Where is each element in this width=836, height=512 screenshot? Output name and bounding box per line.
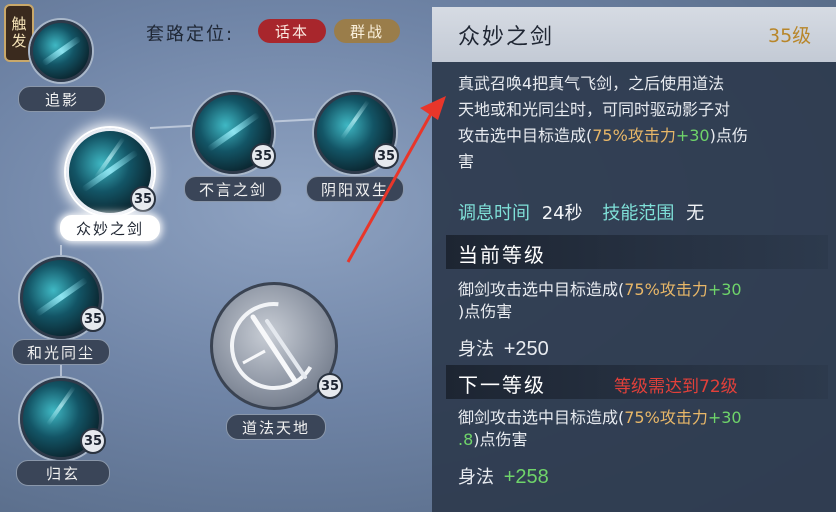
desc-pct: 75%攻击力: [592, 126, 676, 145]
skill-title: 众妙之剑: [458, 25, 555, 50]
skill-art-icon: [340, 99, 370, 140]
desc-text: 御剑攻击选中目标造成(: [458, 280, 625, 299]
cooldown-value: 24秒: [541, 203, 583, 224]
next-level-desc: 御剑攻击选中目标造成(75%攻击力+30 .8)点伤害: [458, 407, 828, 451]
desc-pct: 75%攻击力: [624, 408, 708, 427]
skill-label-zhuiying: 追影: [18, 86, 106, 112]
skill-level-badge: 35: [250, 143, 276, 169]
skill-level-text: 35级: [768, 25, 812, 47]
skill-label-guixuan: 归玄: [16, 460, 110, 486]
skill-level-badge: 35: [317, 373, 343, 399]
stat-value: +258: [503, 466, 549, 488]
desc-line: 天地或和光同尘时，可同时驱动影子对: [458, 100, 731, 119]
range-label: 技能范围: [602, 203, 675, 224]
current-level-header: 当前等级: [446, 235, 828, 269]
skill-level-badge: 35: [130, 186, 156, 212]
skill-art-icon: [206, 112, 260, 153]
next-level-title: 下一等级: [458, 373, 546, 397]
desc-line: 御剑攻击选中目标造成(75%攻击力+30: [458, 279, 828, 301]
skill-label-heguang: 和光同尘: [12, 339, 110, 365]
current-stat: 身法 +250: [458, 335, 549, 361]
desc-text: )点伤害: [473, 430, 528, 449]
skill-detail-panel: 众妙之剑 35级 真武召唤4把真气飞剑，之后使用道法 天地或和光同尘时，可同时驱…: [432, 7, 836, 512]
desc-line: )点伤害: [458, 302, 513, 321]
skill-art-icon: [46, 385, 76, 426]
skill-art-icon: [34, 277, 88, 318]
desc-line: .8)点伤害: [458, 429, 828, 451]
skill-level-badge: 35: [80, 306, 106, 332]
desc-plus: +30: [707, 408, 742, 427]
skill-art-icon: [40, 35, 82, 67]
skill-label-yinyang: 阴阳双生: [306, 176, 404, 202]
desc-plus: +30: [707, 280, 742, 299]
desc-plus: +30: [675, 126, 710, 145]
desc-pct: 75%攻击力: [624, 280, 708, 299]
desc-text: )点伤: [709, 126, 748, 145]
desc-text: 御剑攻击选中目标造成(: [458, 408, 625, 427]
range-value: 无: [686, 203, 705, 224]
panel-header: 众妙之剑 35级: [432, 7, 836, 62]
skill-description: 真武召唤4把真气飞剑，之后使用道法 天地或和光同尘时，可同时驱动影子对 攻击选中…: [458, 71, 828, 175]
desc-line: 攻击选中目标造成(75%攻击力+30)点伤: [458, 123, 828, 149]
route-label: 套路定位:: [146, 24, 235, 45]
desc-line: 害: [458, 152, 475, 171]
skill-label-buyan: 不言之剑: [184, 176, 282, 202]
stat-label: 身法: [458, 467, 494, 488]
stat-value: +250: [503, 338, 549, 360]
skill-label-daofa: 道法天地: [226, 414, 326, 440]
skill-node-zhuiying[interactable]: [30, 20, 92, 82]
next-level-requirement: 等级需达到72级: [614, 377, 738, 397]
desc-plus: .8: [458, 430, 474, 449]
tag-huaben[interactable]: 话本: [258, 19, 326, 43]
desc-line: 真武召唤4把真气飞剑，之后使用道法: [458, 74, 725, 93]
current-level-title: 当前等级: [458, 243, 546, 267]
tag-qunzhan[interactable]: 群战: [334, 19, 400, 43]
desc-text: 攻击选中目标造成(: [458, 126, 593, 145]
skill-level-badge: 35: [373, 143, 399, 169]
cooldown-row: 调息时间 24秒 技能范围 无: [458, 199, 704, 225]
current-level-desc: 御剑攻击选中目标造成(75%攻击力+30 )点伤害: [458, 279, 828, 323]
cooldown-label: 调息时间: [458, 203, 530, 224]
next-level-header: 下一等级 等级需达到72级: [446, 365, 828, 399]
next-stat: 身法 +258: [458, 463, 549, 489]
desc-line: 御剑攻击选中目标造成(75%攻击力+30: [458, 407, 828, 429]
skill-level-badge: 35: [80, 428, 106, 454]
stat-label: 身法: [458, 339, 494, 360]
skill-label-zhongmiao: 众妙之剑: [60, 215, 160, 241]
